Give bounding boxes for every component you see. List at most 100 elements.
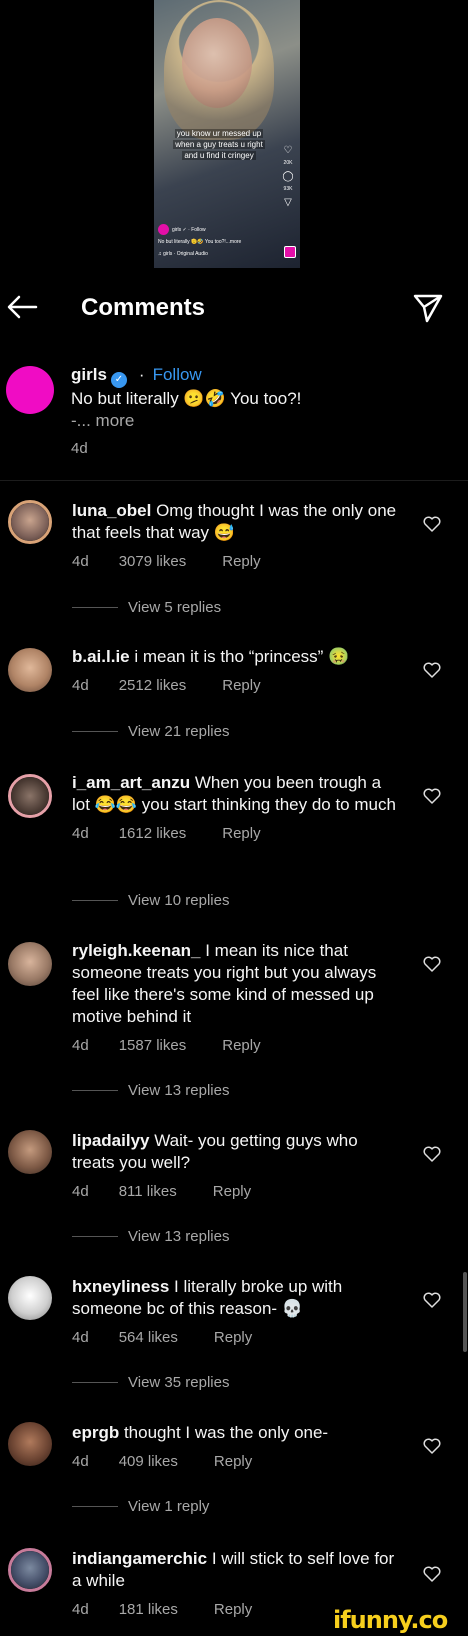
comment-time: 4d — [72, 1601, 89, 1618]
avatar[interactable] — [8, 648, 52, 692]
comment-username[interactable]: luna_obel — [72, 501, 151, 520]
view-replies-button[interactable]: View 13 replies — [72, 1228, 229, 1245]
comment-meta: 4d 1587 likes Reply — [72, 1036, 402, 1056]
separator-dot: · — [138, 365, 145, 384]
comment-time: 4d — [72, 1453, 89, 1470]
comment-body: hxneyliness I literally broke up with so… — [72, 1276, 402, 1348]
post-caption-body: girls ✓ · Follow No but literally 🫤🤣 You to… — [71, 364, 431, 460]
avatar[interactable] — [8, 1276, 52, 1320]
reply-button[interactable]: Reply — [222, 825, 260, 842]
comment-username[interactable]: lipadailyy — [72, 1131, 149, 1150]
comment-time: 4d — [72, 1183, 89, 1200]
comment-username[interactable]: indiangamerchic — [72, 1549, 207, 1568]
like-heart-icon[interactable] — [423, 1146, 441, 1162]
comment-likes[interactable]: 3079 likes — [119, 553, 187, 570]
reply-button[interactable]: Reply — [222, 1037, 260, 1054]
audio-thumb-icon[interactable] — [284, 246, 296, 258]
comment-body: lipadailyy Wait- you getting guys who tr… — [72, 1130, 402, 1202]
video-comment-count: 93K — [283, 186, 293, 192]
reply-button[interactable]: Reply — [213, 1183, 251, 1200]
comment-time: 4d — [72, 1329, 89, 1346]
view-replies-button[interactable]: View 13 replies — [72, 1082, 229, 1099]
view-replies-label: View 35 replies — [128, 1374, 230, 1391]
video-face-shape — [182, 18, 252, 108]
more-link[interactable]: -... more — [71, 410, 431, 432]
comment-meta: 4d 1612 likes Reply — [72, 824, 402, 844]
view-replies-button[interactable]: View 35 replies — [72, 1374, 229, 1391]
comment-time: 4d — [72, 677, 89, 694]
video-heart-icon[interactable]: ♡ — [284, 145, 293, 156]
comment-body: luna_obel Omg thought I was the only one… — [72, 500, 402, 572]
replies-line — [72, 1236, 118, 1237]
video-user-line: girls ✓ · Follow — [172, 226, 206, 233]
comment-username[interactable]: eprgb — [72, 1423, 119, 1442]
view-replies-label: View 21 replies — [128, 723, 230, 740]
comment-meta: 4d 2512 likes Reply — [72, 676, 402, 696]
comment-likes[interactable]: 1587 likes — [119, 1037, 187, 1054]
like-heart-icon[interactable] — [423, 788, 441, 804]
comment-username[interactable]: ryleigh.keenan_ — [72, 941, 201, 960]
replies-line — [72, 1382, 118, 1383]
comment-username[interactable]: i_am_art_anzu — [72, 773, 190, 792]
replies-line — [72, 607, 118, 608]
avatar[interactable] — [8, 942, 52, 986]
comment-meta: 4d 409 likes Reply — [72, 1452, 402, 1472]
comment-time: 4d — [72, 553, 89, 570]
like-heart-icon[interactable] — [423, 1292, 441, 1308]
view-replies-button[interactable]: View 21 replies — [72, 723, 229, 740]
video-comment-icon[interactable]: ◯ — [282, 171, 293, 182]
comment-likes[interactable]: 2512 likes — [119, 677, 187, 694]
avatar[interactable] — [8, 1422, 52, 1466]
comment-time: 4d — [72, 825, 89, 842]
video-side-actions: ♡ 20K ◯ 93K ▽ — [280, 144, 296, 209]
like-heart-icon[interactable] — [423, 956, 441, 972]
comment-likes[interactable]: 409 likes — [119, 1453, 178, 1470]
view-replies-label: View 13 replies — [128, 1082, 230, 1099]
view-replies-button[interactable]: View 5 replies — [72, 599, 221, 616]
reel-video-preview[interactable]: you know ur messed up when a guy treats … — [154, 0, 300, 268]
video-share-icon[interactable]: ▽ — [284, 197, 292, 208]
like-heart-icon[interactable] — [423, 1438, 441, 1454]
ifunny-watermark: ifunny.co — [333, 1606, 448, 1634]
post-username[interactable]: girls — [71, 365, 107, 384]
comment-time: 4d — [72, 1037, 89, 1054]
like-heart-icon[interactable] — [423, 1566, 441, 1582]
avatar[interactable] — [8, 1130, 52, 1174]
reply-button[interactable]: Reply — [214, 1329, 252, 1346]
scrollbar[interactable] — [463, 1272, 467, 1352]
comment-username[interactable]: hxneyliness — [72, 1277, 169, 1296]
follow-button[interactable]: Follow — [153, 365, 202, 384]
video-like-count: 20K — [283, 160, 293, 166]
view-replies-button[interactable]: View 10 replies — [72, 892, 229, 909]
reply-button[interactable]: Reply — [222, 677, 260, 694]
comment-likes[interactable]: 1612 likes — [119, 825, 187, 842]
post-time: 4d — [71, 440, 88, 457]
view-replies-label: View 1 reply — [128, 1498, 210, 1515]
comment-body: b.ai.l.ie i mean it is tho “princess” 🤢 … — [72, 646, 402, 696]
reply-button[interactable]: Reply — [214, 1453, 252, 1470]
comment-likes[interactable]: 564 likes — [119, 1329, 178, 1346]
video-audio-label[interactable]: ♫ girls · Original Audio — [158, 251, 208, 257]
avatar[interactable] — [8, 774, 52, 818]
comment-likes[interactable]: 811 likes — [119, 1183, 177, 1200]
comment-text: thought I was the only one- — [119, 1423, 329, 1442]
replies-line — [72, 1090, 118, 1091]
send-icon[interactable] — [412, 293, 444, 323]
avatar[interactable] — [6, 366, 54, 414]
like-heart-icon[interactable] — [423, 516, 441, 532]
video-user-avatar[interactable] — [158, 224, 169, 235]
video-user-row: girls ✓ · Follow — [158, 224, 206, 235]
like-heart-icon[interactable] — [423, 662, 441, 678]
comment-username[interactable]: b.ai.l.ie — [72, 647, 130, 666]
back-arrow-icon[interactable] — [6, 294, 38, 320]
reply-button[interactable]: Reply — [214, 1601, 252, 1618]
avatar[interactable] — [8, 500, 52, 544]
reply-button[interactable]: Reply — [222, 553, 260, 570]
video-caption-line: and u find it cringey — [182, 151, 256, 160]
comment-likes[interactable]: 181 likes — [119, 1601, 178, 1618]
comment-body: i_am_art_anzu When you been trough a lot… — [72, 772, 402, 844]
video-caption-line: you know ur messed up — [174, 129, 264, 138]
comment-meta: 4d 564 likes Reply — [72, 1328, 402, 1348]
view-replies-button[interactable]: View 1 reply — [72, 1498, 209, 1515]
avatar[interactable] — [8, 1548, 52, 1592]
